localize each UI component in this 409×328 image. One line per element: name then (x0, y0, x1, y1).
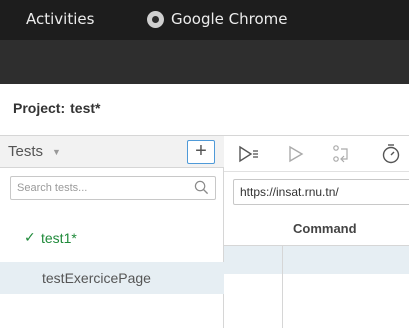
command-header-label: Command (293, 221, 357, 236)
run-all-tests-icon[interactable] (236, 142, 260, 166)
step-over-icon[interactable] (329, 142, 353, 166)
command-row-selected[interactable] (224, 246, 409, 274)
project-label: Project: (13, 100, 66, 116)
editor-toolbar (224, 136, 409, 172)
search-area (0, 168, 224, 208)
command-column-header: Command (224, 212, 409, 246)
activities-button[interactable]: Activities (26, 10, 94, 28)
test-name: testExercicePage (42, 270, 151, 286)
tests-dropdown[interactable]: Tests ▼ (8, 143, 61, 160)
search-icon[interactable] (194, 180, 209, 195)
project-name[interactable]: test* (70, 100, 100, 116)
system-top-bar: Activities Google Chrome (0, 0, 409, 40)
search-input[interactable] (11, 177, 191, 199)
add-test-button[interactable]: + (187, 140, 215, 164)
run-test-icon[interactable] (284, 142, 308, 166)
project-title: Project: test* (13, 100, 100, 116)
chrome-icon (147, 10, 164, 28)
base-url-input[interactable]: https://insat.rnu.tn/ (233, 179, 409, 205)
tests-pane: Tests ▼ + ✓ test1* testExercicePage (0, 136, 224, 328)
app-menu[interactable]: Google Chrome (147, 10, 288, 28)
test-list-item[interactable]: ✓ test1* (0, 222, 224, 254)
column-divider (282, 246, 283, 328)
app-name: Google Chrome (171, 10, 288, 28)
project-bar: Project: test* (0, 84, 409, 136)
browser-tab-strip (0, 40, 409, 84)
url-row: https://insat.rnu.tn/ (224, 172, 409, 212)
test-name: test1* (41, 230, 77, 246)
test-list-item-selected[interactable]: testExercicePage (0, 262, 224, 294)
search-box (10, 176, 216, 200)
editor-pane: https://insat.rnu.tn/ Command (224, 136, 409, 328)
chevron-down-icon: ▼ (52, 146, 61, 157)
tests-header: Tests ▼ + (0, 136, 224, 168)
tests-dropdown-label: Tests (8, 143, 44, 160)
timer-icon[interactable] (379, 142, 403, 166)
check-icon: ✓ (24, 229, 36, 245)
